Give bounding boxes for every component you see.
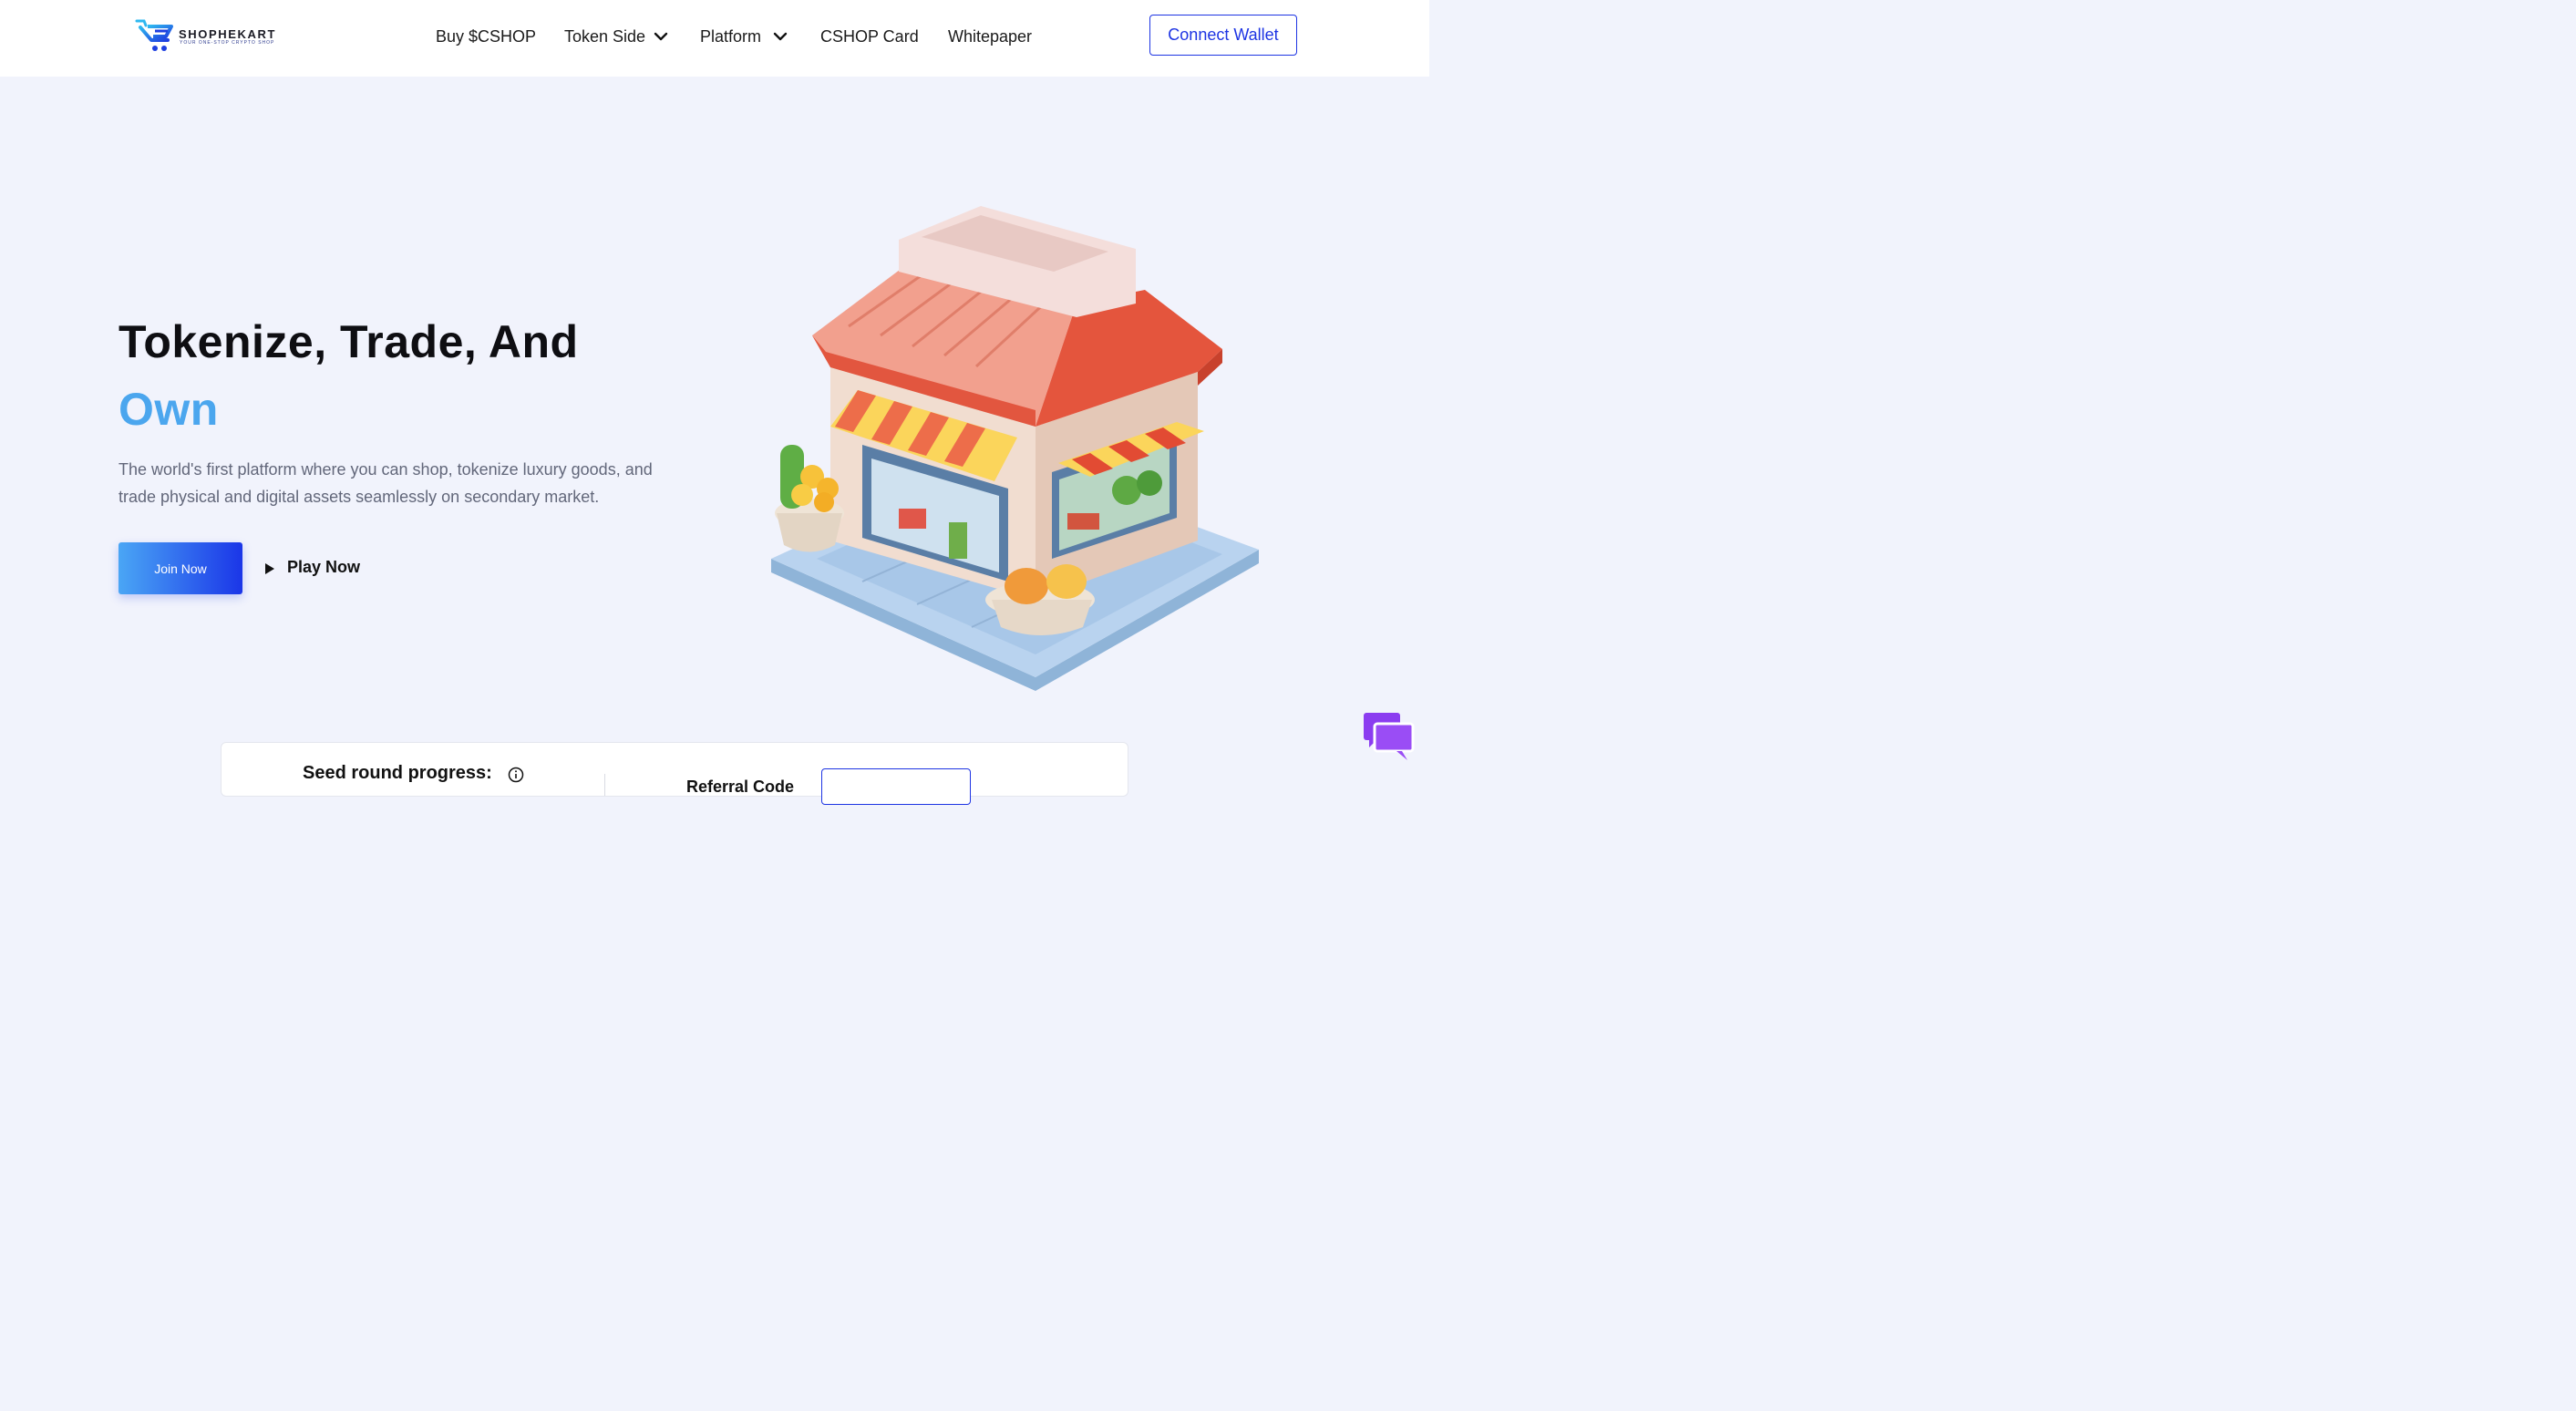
chevron-down-icon: [654, 32, 668, 41]
brand-logo[interactable]: SHOPHEKART YOUR ONE-STOP CRYPTO SHOP: [135, 18, 290, 55]
nav-item-whitepaper[interactable]: Whitepaper: [948, 26, 1032, 47]
hero-description: The world's first platform where you can…: [118, 460, 653, 506]
hero-title: Tokenize, Trade, And Own: [118, 308, 579, 443]
seed-round-title: Seed round progress:: [303, 763, 492, 783]
referral-code-button[interactable]: [821, 768, 971, 805]
referral-code-label: Referral Code: [686, 778, 795, 796]
site-header: SHOPHEKART YOUR ONE-STOP CRYPTO SHOP Buy…: [0, 0, 1429, 77]
nav-item-label: Token Side: [564, 27, 646, 46]
join-now-button[interactable]: Join Now: [118, 542, 242, 594]
brand-name: SHOPHEKART: [179, 27, 277, 41]
seed-round-card: Seed round progress: Referral Code: [221, 742, 1128, 805]
nav-item-label: Buy $CSHOP: [436, 27, 537, 46]
connect-wallet-button[interactable]: Connect Wallet: [1149, 15, 1297, 56]
brand-tagline: YOUR ONE-STOP CRYPTO SHOP: [180, 40, 275, 46]
isometric-shop-illustration: [771, 206, 1259, 691]
chat-bubbles-icon[interactable]: [1362, 711, 1415, 764]
card-divider: [604, 774, 605, 796]
play-now-label: Play Now: [287, 558, 361, 576]
nav-item-label: Whitepaper: [948, 27, 1033, 46]
nav-item-buy-cshop[interactable]: Buy $CSHOP: [436, 26, 536, 47]
nav-item-token-side[interactable]: Token Side: [564, 26, 670, 47]
nav-item-platform[interactable]: Platform: [700, 26, 789, 47]
nav-item-cshop-card[interactable]: CSHOP Card: [820, 26, 919, 47]
chevron-down-icon: [773, 32, 788, 41]
hero-title-accent: Own: [118, 384, 219, 435]
nav-item-label: Platform: [700, 27, 762, 46]
cart-logo-icon: [135, 19, 173, 51]
play-icon: [265, 563, 274, 574]
info-icon[interactable]: [508, 767, 524, 783]
nav-item-label: CSHOP Card: [820, 27, 919, 46]
hero-title-main: Tokenize, Trade, And: [118, 316, 579, 367]
